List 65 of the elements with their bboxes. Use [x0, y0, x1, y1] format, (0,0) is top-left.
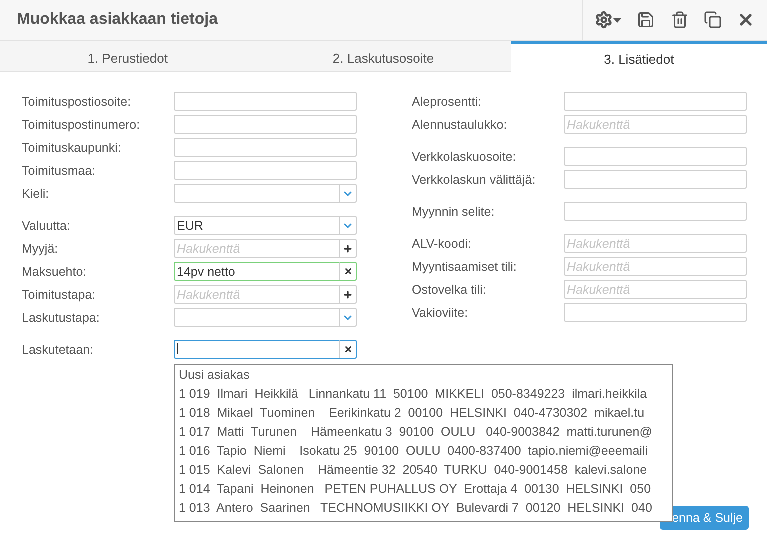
field-label: Valuutta:: [22, 218, 72, 232]
field-label: Aleprosentti:: [412, 94, 482, 108]
suggestion-item[interactable]: 1 016 Tapio Niemi Isokatu 25 90100 OULU 0400-837400 tapio.niemi@eeemaili: [179, 442, 668, 461]
suggestion-item[interactable]: 1 015 Kalevi Salonen Hämeentie 32 20540 TURKU 040-9001458 kalevi.salone: [179, 461, 668, 480]
input-field[interactable]: [174, 161, 357, 180]
input-field[interactable]: Hakukenttä: [564, 115, 747, 134]
input-field[interactable]: [174, 308, 339, 327]
suggestion-item[interactable]: 1 014 Tapani Heinonen PETEN PUHALLUS OY Erottaja 4 00130 HELSINKI 050: [179, 480, 668, 499]
plus-icon: [343, 244, 353, 254]
field-label: Vakioviite:: [412, 306, 470, 320]
settings-menu-button[interactable]: [595, 11, 622, 29]
field-label: Laskutustapa:: [22, 310, 101, 324]
input-field[interactable]: EUR: [174, 216, 339, 235]
input-field[interactable]: Hakukenttä: [174, 285, 339, 304]
caret-icon: [613, 18, 622, 22]
input-field[interactable]: [174, 184, 339, 203]
field-label: Verkkolaskun välittäjä:: [412, 172, 537, 186]
clear-button[interactable]: [339, 262, 357, 281]
suggestion-item[interactable]: Uusi asiakas: [179, 366, 668, 385]
field-label: Toimitustapa:: [22, 288, 97, 302]
window-title: Muokkaa asiakkaan tietoja: [16, 10, 220, 30]
input-field[interactable]: Hakukenttä: [564, 280, 747, 299]
save-button[interactable]: [637, 11, 656, 29]
delete-button[interactable]: [670, 11, 688, 29]
field-label: Verkkolaskuosoite:: [412, 150, 518, 164]
field-label: Myynnin selite:: [412, 204, 496, 218]
input-field[interactable]: [564, 147, 747, 166]
field-label: Myyjä:: [22, 242, 60, 256]
suggestion-item[interactable]: 1 018 Mikael Tuominen Eerikinkatu 2 00100 HELSINKI 040-4730302 mikael.tu: [179, 404, 668, 423]
field-label: Toimituskaupunki:: [22, 140, 122, 154]
input-field[interactable]: Hakukenttä: [174, 239, 339, 258]
input-field[interactable]: Hakukenttä: [564, 257, 747, 276]
field-label: Maksuehto:: [22, 264, 88, 278]
input-field[interactable]: [564, 92, 747, 111]
input-field[interactable]: [174, 340, 339, 359]
input-field[interactable]: [564, 170, 747, 189]
input-field[interactable]: [174, 138, 357, 157]
suggestion-item[interactable]: 1 019 Ilmari Heikkilä Linnankatu 11 50100 MIKKELI 050-8349223 ilmari.heikkila: [179, 385, 668, 404]
suggestion-item[interactable]: 1 017 Matti Turunen Hämeenkatu 3 90100 OULU 040-9003842 matti.turunen@: [179, 423, 668, 442]
input-field[interactable]: [564, 303, 747, 322]
close-button[interactable]: [737, 11, 755, 29]
field-label: Alennustaulukko:: [412, 118, 508, 132]
field-label: Myyntisaamiset tili:: [412, 260, 518, 274]
field-label: Toimituspostiosoite:: [22, 94, 132, 108]
input-field[interactable]: [174, 115, 357, 134]
tab[interactable]: 3. Lisätiedot: [511, 41, 767, 72]
close-icon: [344, 345, 352, 354]
input-field[interactable]: [174, 92, 357, 111]
clear-button[interactable]: [339, 340, 357, 359]
field-label: Ostovelka tili:: [412, 282, 488, 296]
text-cursor: [177, 343, 178, 354]
field-label: Toimituspostinumero:: [22, 118, 142, 132]
field-label: ALV-koodi:: [412, 236, 473, 250]
input-field[interactable]: 14pv netto: [174, 262, 339, 281]
field-label: Toimitusmaa:: [22, 164, 97, 178]
field-label: Kieli:: [22, 186, 50, 200]
close-icon: [344, 267, 352, 276]
dropdown-button[interactable]: [339, 184, 357, 203]
input-field[interactable]: Hakukenttä: [564, 234, 747, 253]
plus-icon: [343, 290, 353, 300]
input-field[interactable]: [564, 202, 747, 221]
add-button[interactable]: [339, 239, 357, 258]
copy-button[interactable]: [704, 11, 722, 29]
add-button[interactable]: [339, 285, 357, 304]
field-label: Laskutetaan:: [22, 342, 95, 356]
